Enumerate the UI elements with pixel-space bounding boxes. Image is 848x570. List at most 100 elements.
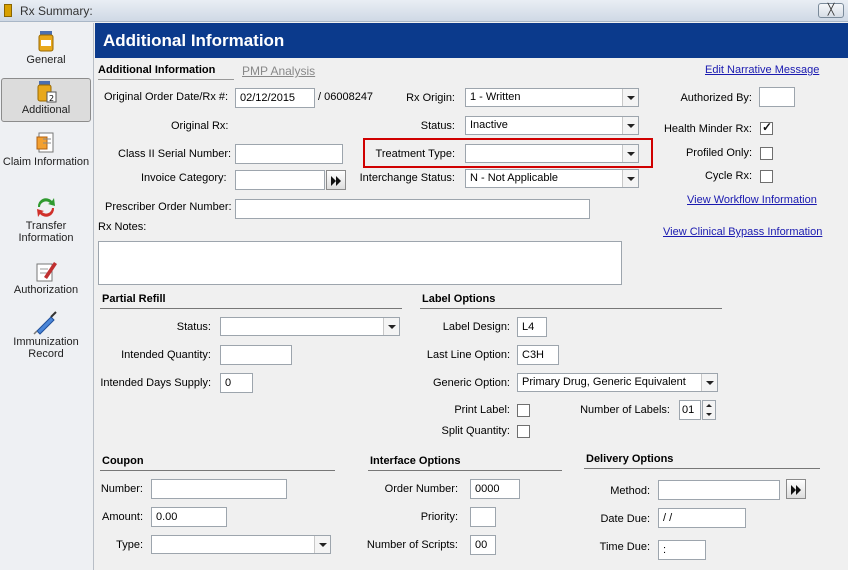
rx-notes-textarea[interactable] bbox=[98, 241, 622, 285]
generic-option-value: Primary Drug, Generic Equivalent bbox=[522, 376, 686, 388]
sidebar-item-label: Additional bbox=[21, 104, 71, 116]
tab-additional-information[interactable]: Additional Information bbox=[98, 64, 215, 76]
treatment-type-select[interactable] bbox=[465, 144, 639, 163]
authorization-pen-icon bbox=[36, 262, 57, 282]
sidebar-item-label: Claim Information bbox=[2, 156, 90, 168]
date-due-input[interactable]: / / bbox=[658, 508, 746, 528]
class2-label: Class II Serial Number: bbox=[118, 148, 232, 160]
partial-status-select[interactable] bbox=[220, 317, 400, 336]
sidebar-item-general[interactable]: General bbox=[1, 29, 91, 73]
date-due-label: Date Due: bbox=[600, 513, 650, 525]
profiled-only-label: Profiled Only: bbox=[685, 147, 752, 159]
svg-text:2: 2 bbox=[49, 94, 54, 103]
last-line-input[interactable]: C3H bbox=[517, 345, 559, 365]
status-select[interactable]: Inactive bbox=[465, 116, 639, 135]
health-minder-checkbox[interactable]: ✓ bbox=[760, 120, 773, 135]
status-label: Status: bbox=[420, 120, 455, 132]
label-design-input[interactable]: L4 bbox=[517, 317, 547, 337]
original-order-date-input[interactable]: 02/12/2015 bbox=[235, 88, 315, 108]
partial-status-label: Status: bbox=[176, 321, 211, 333]
number-of-labels-label: Number of Labels: bbox=[580, 404, 670, 416]
generic-option-select[interactable]: Primary Drug, Generic Equivalent bbox=[517, 373, 718, 392]
prescriber-order-input[interactable] bbox=[235, 199, 590, 219]
delivery-options-title: Delivery Options bbox=[586, 453, 674, 465]
coupon-title: Coupon bbox=[102, 455, 144, 467]
coupon-type-select[interactable] bbox=[151, 535, 331, 554]
checkmark-icon: ✓ bbox=[762, 120, 773, 134]
authorized-by-input[interactable] bbox=[759, 87, 795, 107]
coupon-amount-label: Amount: bbox=[102, 511, 143, 523]
sidebar-item-authorization[interactable]: Authorization bbox=[1, 259, 91, 303]
section-divider bbox=[368, 470, 562, 471]
spin-down-icon[interactable] bbox=[706, 413, 712, 416]
sidebar-item-transfer-information[interactable]: Transfer Information bbox=[1, 195, 91, 251]
class2-serial-input[interactable] bbox=[235, 144, 343, 164]
profiled-only-checkbox[interactable] bbox=[760, 147, 773, 160]
chevron-down-icon[interactable] bbox=[622, 89, 638, 106]
edit-narrative-link[interactable]: Edit Narrative Message bbox=[705, 64, 819, 76]
intended-days-label: Intended Days Supply: bbox=[100, 377, 211, 389]
rx-origin-select[interactable]: 1 - Written bbox=[465, 88, 639, 107]
time-due-input[interactable]: : bbox=[658, 540, 706, 560]
section-divider bbox=[584, 468, 820, 469]
print-label-checkbox[interactable] bbox=[517, 404, 530, 417]
last-line-label: Last Line Option: bbox=[426, 349, 510, 361]
pill-bottle-2-icon: 2 bbox=[37, 81, 57, 103]
order-number-input[interactable]: 0000 bbox=[470, 479, 520, 499]
tab-pmp-analysis[interactable]: PMP Analysis bbox=[242, 64, 315, 78]
sidebar-item-label: Transfer Information bbox=[18, 220, 74, 244]
section-divider bbox=[420, 308, 722, 309]
chevron-down-icon[interactable] bbox=[701, 374, 717, 391]
number-of-labels-input[interactable]: 01 bbox=[679, 400, 701, 420]
close-button[interactable]: ╳ bbox=[818, 3, 844, 18]
invoice-lookup-button[interactable] bbox=[326, 170, 346, 190]
invoice-category-label: Invoice Category: bbox=[141, 172, 227, 184]
order-number-label: Order Number: bbox=[384, 483, 458, 495]
intended-qty-input[interactable] bbox=[220, 345, 292, 365]
interchange-status-label: Interchange Status: bbox=[359, 172, 455, 184]
view-workflow-link[interactable]: View Workflow Information bbox=[687, 194, 817, 206]
generic-option-label: Generic Option: bbox=[432, 377, 510, 389]
split-quantity-checkbox[interactable] bbox=[517, 425, 530, 438]
number-of-scripts-input[interactable]: 00 bbox=[470, 535, 496, 555]
health-minder-label: Health Minder Rx: bbox=[663, 123, 752, 135]
window-title: Rx Summary: bbox=[20, 4, 93, 18]
sidebar-item-label: Authorization bbox=[13, 284, 79, 296]
section-divider bbox=[100, 308, 402, 309]
coupon-number-input[interactable] bbox=[151, 479, 287, 499]
sidebar-item-label: Immunization Record bbox=[13, 336, 79, 360]
method-input[interactable] bbox=[658, 480, 780, 500]
label-options-title: Label Options bbox=[422, 293, 496, 305]
print-label-label: Print Label: bbox=[454, 404, 510, 416]
sidebar-item-immunization-record[interactable]: Immunization Record bbox=[1, 311, 91, 367]
time-due-label: Time Due: bbox=[599, 541, 650, 553]
app-icon bbox=[4, 4, 12, 17]
interchange-status-select[interactable]: N - Not Applicable bbox=[465, 169, 639, 188]
coupon-amount-input[interactable]: 0.00 bbox=[151, 507, 227, 527]
authorized-by-label: Authorized By: bbox=[680, 92, 752, 104]
priority-input[interactable] bbox=[470, 507, 496, 527]
number-of-labels-spinner[interactable] bbox=[702, 400, 716, 420]
cycle-rx-checkbox[interactable] bbox=[760, 170, 773, 183]
chevron-down-icon[interactable] bbox=[622, 117, 638, 134]
chevron-down-icon[interactable] bbox=[383, 318, 399, 335]
claim-document-icon bbox=[36, 132, 54, 153]
interchange-status-value: N - Not Applicable bbox=[470, 172, 559, 184]
chevron-down-icon[interactable] bbox=[622, 145, 638, 162]
number-of-scripts-label: Number of Scripts: bbox=[366, 539, 458, 551]
status-value: Inactive bbox=[470, 119, 508, 131]
method-lookup-button[interactable] bbox=[786, 479, 806, 499]
sidebar-item-claim-information[interactable]: Claim Information bbox=[1, 131, 91, 187]
view-clinical-bypass-link[interactable]: View Clinical Bypass Information bbox=[663, 226, 822, 238]
chevron-down-icon[interactable] bbox=[314, 536, 330, 553]
sidebar-item-additional[interactable]: 2 Additional bbox=[1, 78, 91, 122]
spin-up-icon[interactable] bbox=[706, 404, 712, 407]
invoice-category-input[interactable] bbox=[235, 170, 325, 190]
method-label: Method: bbox=[610, 485, 650, 497]
window-titlebar bbox=[0, 0, 848, 22]
pill-bottle-icon bbox=[38, 31, 54, 52]
chevron-down-icon[interactable] bbox=[622, 170, 638, 187]
coupon-type-label: Type: bbox=[116, 539, 143, 551]
intended-days-input[interactable]: 0 bbox=[220, 373, 253, 393]
sidebar-item-label: General bbox=[26, 54, 66, 66]
